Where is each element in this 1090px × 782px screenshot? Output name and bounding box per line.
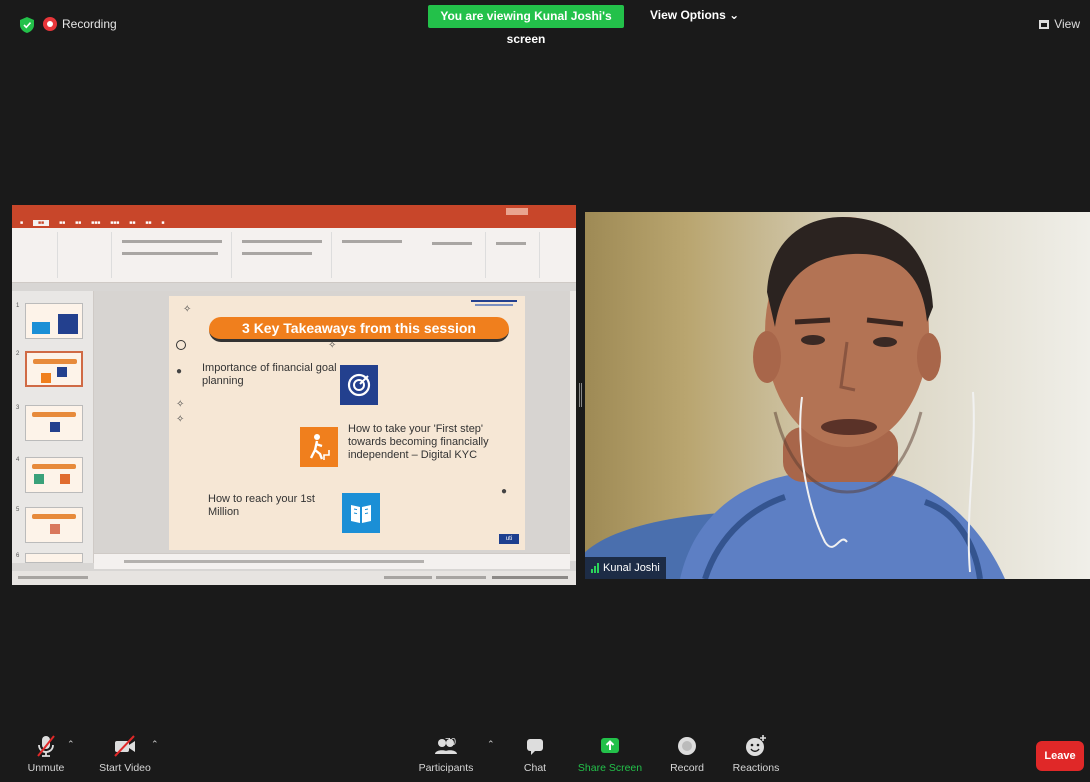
unmute-label: Unmute: [27, 762, 65, 774]
slide-thumbnail-selected: [25, 351, 83, 387]
ppt-tab-animations: ■■■: [110, 219, 120, 226]
share-screen-button[interactable]: Share Screen: [577, 734, 643, 774]
ppt-tab-home: ■■: [33, 219, 50, 226]
bullet-dot-icon: ●: [501, 486, 508, 497]
start-video-button[interactable]: Start Video: [94, 734, 156, 774]
speaker-notes-pane: [94, 553, 570, 569]
ppt-status-bar: [12, 571, 576, 585]
record-label: Record: [670, 762, 704, 774]
reactions-button[interactable]: Reactions: [731, 734, 781, 774]
ppt-signin-button: [506, 207, 528, 215]
video-options-chevron-icon[interactable]: ⌃: [151, 739, 159, 750]
slide-thumbnails-panel: 1 2 3 4 5 6: [12, 291, 94, 563]
ppt-tab-file: ■: [20, 219, 24, 226]
book-icon: [342, 493, 380, 533]
audio-options-chevron-icon[interactable]: ⌃: [67, 739, 75, 750]
slide-title: 3 Key Takeaways from this session: [209, 317, 509, 342]
participants-count: 70: [445, 737, 457, 748]
signal-strength-icon: [591, 563, 599, 573]
record-icon: [677, 734, 697, 758]
split-view-divider[interactable]: [579, 383, 582, 407]
slide-thumbnail: [25, 507, 83, 543]
participant-name-label: Kunal Joshi: [585, 557, 666, 579]
participants-options-chevron-icon[interactable]: ⌃: [487, 739, 495, 750]
zoom-slider: [492, 576, 568, 579]
ppt-tab-design: ■■: [75, 219, 82, 226]
takeaway-point-2: How to take your 'First step' towards be…: [348, 423, 489, 461]
ppt-tab-transitions: ■■■: [91, 219, 101, 226]
recording-dot-icon: [43, 17, 57, 31]
shape-handle-icon: [176, 340, 186, 350]
participant-video-feed: [585, 216, 1005, 579]
leave-meeting-button[interactable]: Leave: [1036, 741, 1084, 771]
climbing-step-icon: [300, 427, 338, 467]
current-slide: ✧ 3 Key Takeaways from this session ✧ ● …: [169, 296, 525, 550]
view-grid-icon: [1039, 19, 1050, 29]
bullet-dot-icon: ●: [176, 366, 183, 377]
view-button-label: View: [1054, 17, 1080, 31]
slide-thumbnail: [25, 457, 83, 493]
view-button[interactable]: View: [1039, 17, 1080, 31]
move-handle-icon: ✧: [328, 340, 337, 351]
slide-scrollbar: [570, 291, 576, 561]
target-icon: [340, 365, 378, 405]
ribbon-paragraph-group: [236, 232, 332, 278]
security-shield-icon[interactable]: [20, 17, 34, 33]
ppt-tab-view: ■: [161, 219, 165, 226]
meeting-top-bar: Recording You are viewing Kunal Joshi's …: [0, 0, 1090, 46]
participants-icon: 70: [425, 734, 467, 758]
rotation-handle-icon: ✧: [176, 399, 185, 410]
reactions-label: Reactions: [732, 762, 780, 774]
rotation-handle-icon: ✧: [183, 304, 192, 315]
chat-bubble-icon: [525, 734, 545, 758]
ribbon-slides-group: [62, 232, 112, 278]
slide-thumbnail: [25, 405, 83, 441]
start-video-label: Start Video: [99, 762, 151, 774]
participants-label: Participants: [418, 762, 474, 774]
video-off-icon: [112, 734, 138, 758]
chat-button[interactable]: Chat: [520, 734, 550, 774]
view-options-button[interactable]: View Options ⌄: [650, 8, 739, 22]
share-screen-icon: [600, 734, 620, 758]
ppt-tab-slideshow: ■■: [129, 219, 136, 226]
ppt-title-bar: [12, 205, 576, 217]
meeting-toolbar: Unmute ⌃ Start Video ⌃ 70 Participants ⌃: [0, 722, 1090, 782]
viewing-screen-banner: You are viewing Kunal Joshi's screen: [428, 5, 624, 46]
ribbon-editing-group: [490, 232, 540, 278]
takeaway-point-3: How to reach your 1st Million: [208, 493, 315, 518]
ppt-menu-tabs: ■ ■■ ■■ ■■ ■■■ ■■■ ■■ ■■ ■: [12, 217, 576, 228]
ribbon-font-group: [116, 232, 232, 278]
reactions-emoji-icon: [745, 734, 767, 758]
slide-thumbnail: [25, 553, 83, 563]
takeaway-point-1: Importance of financial goal planning: [202, 362, 337, 387]
participant-name: Kunal Joshi: [603, 562, 660, 574]
unmute-button[interactable]: Unmute: [20, 734, 72, 774]
muted-microphone-icon: [35, 734, 57, 758]
uti-logo: uti: [499, 534, 519, 544]
shared-screen[interactable]: ■ ■■ ■■ ■■ ■■■ ■■■ ■■ ■■ ■ 1 2 3 4 5 6 ✧…: [12, 205, 576, 585]
chat-label: Chat: [523, 762, 547, 774]
share-screen-label: Share Screen: [577, 762, 643, 774]
ppt-tab-review: ■■: [145, 219, 152, 226]
ppt-ribbon: [12, 228, 576, 283]
ribbon-drawing-group: [336, 232, 486, 278]
participants-button[interactable]: 70 Participants: [416, 734, 476, 774]
ribbon-clipboard-group: [18, 232, 58, 278]
slide-thumbnail: [25, 303, 83, 339]
participant-video-tile[interactable]: Kunal Joshi: [585, 212, 1090, 579]
rotation-handle-icon: ✧: [176, 414, 185, 425]
slide-header-logo: [471, 300, 517, 306]
recording-label[interactable]: Recording: [62, 17, 117, 31]
record-button[interactable]: Record: [667, 734, 707, 774]
ppt-tab-insert: ■■: [59, 219, 66, 226]
